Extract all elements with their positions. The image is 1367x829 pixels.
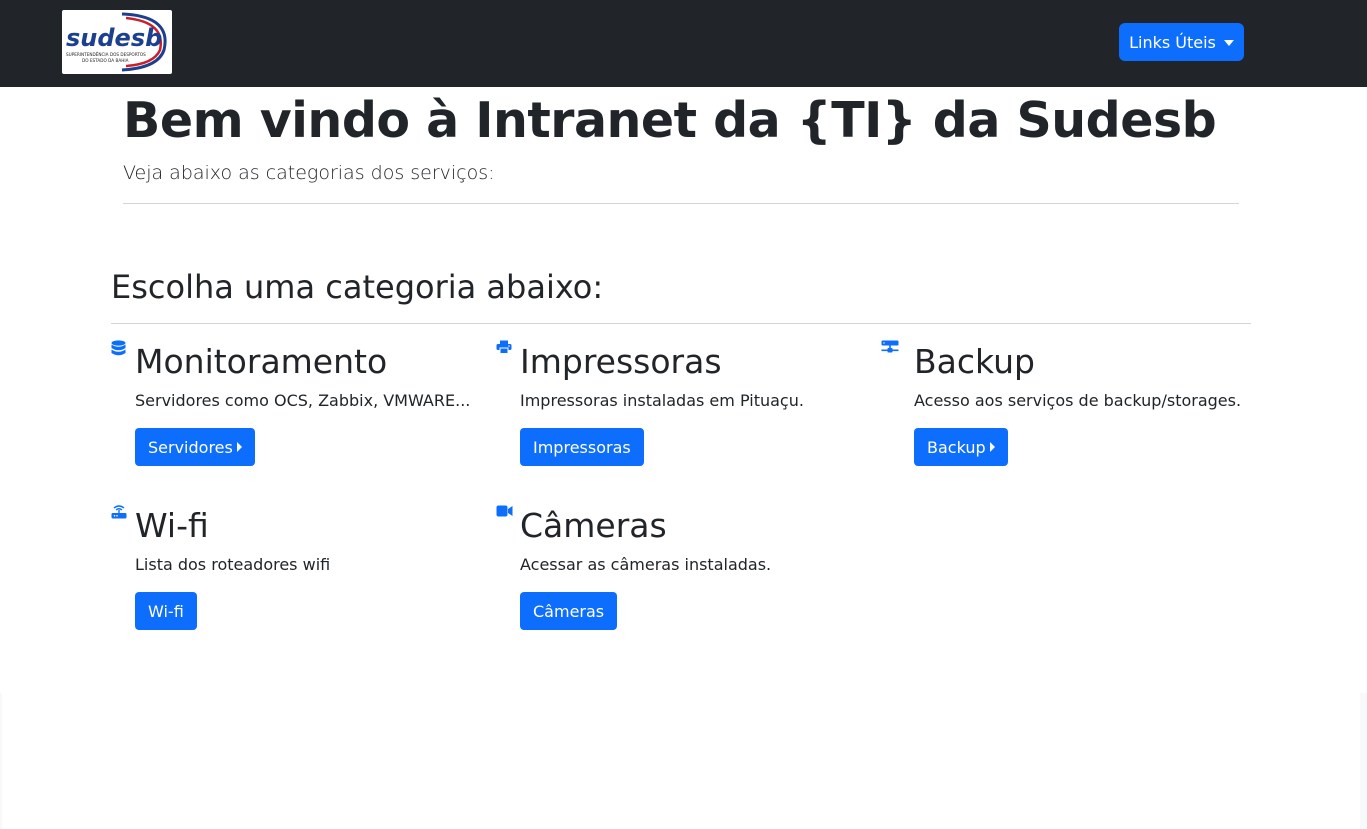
video-camera-icon xyxy=(496,505,513,521)
impressoras-button[interactable]: Impressoras xyxy=(520,428,644,466)
category-description: Acessar as câmeras instaladas. xyxy=(520,555,772,574)
page-title: Bem vindo à Intranet da {TI} da Sudesb xyxy=(123,92,1217,149)
svg-text:DO ESTADO DA BAHIA: DO ESTADO DA BAHIA xyxy=(82,58,129,63)
divider xyxy=(111,323,1251,324)
chevron-down-icon xyxy=(1223,40,1234,46)
button-label: Servidores xyxy=(148,437,233,457)
page-footer-area xyxy=(0,693,1367,829)
category-description: Servidores como OCS, Zabbix, VMWARE... xyxy=(135,391,471,410)
links-uteis-dropdown-button[interactable]: Links Úteis xyxy=(1119,23,1244,61)
category-card-wifi: Wi-fi Lista dos roteadores wifi Wi-fi xyxy=(111,494,491,634)
category-description: Acesso aos serviços de backup/storages. xyxy=(914,391,1242,410)
category-card-monitoramento: Monitoramento Servidores como OCS, Zabbi… xyxy=(111,330,491,470)
backup-button[interactable]: Backup xyxy=(914,428,1008,466)
network-icon xyxy=(881,340,899,356)
button-label: Wi-fi xyxy=(148,601,184,621)
category-title: Monitoramento xyxy=(135,342,388,381)
section-title: Escolha uma categoria abaixo: xyxy=(111,268,604,306)
category-title: Impressoras xyxy=(520,342,722,381)
category-card-impressoras: Impressoras Impressoras instaladas em Pi… xyxy=(496,330,876,470)
category-title: Wi-fi xyxy=(135,506,209,545)
page-subtitle: Veja abaixo as categorias dos serviços: xyxy=(123,162,495,184)
wifi-button[interactable]: Wi-fi xyxy=(135,592,197,630)
cameras-button[interactable]: Câmeras xyxy=(520,592,618,630)
category-card-cameras: Câmeras Acessar as câmeras instaladas. C… xyxy=(496,494,876,634)
svg-text:SUPERINTENDÊNCIA DOS DESPORTOS: SUPERINTENDÊNCIA DOS DESPORTOS xyxy=(66,52,146,57)
category-title: Backup xyxy=(914,342,1035,381)
servidores-button[interactable]: Servidores xyxy=(135,428,255,466)
svg-text:sudesb: sudesb xyxy=(66,24,162,52)
category-description: Impressoras instaladas em Pituaçu. xyxy=(520,391,804,410)
category-card-backup: Backup Acesso aos serviços de backup/sto… xyxy=(881,330,1261,470)
caret-right-icon xyxy=(989,442,995,452)
sudesb-logo[interactable]: sudesb SUPERINTENDÊNCIA DOS DESPORTOS DO… xyxy=(62,10,172,74)
category-description: Lista dos roteadores wifi xyxy=(135,555,331,574)
button-label: Câmeras xyxy=(533,601,605,621)
router-icon xyxy=(111,504,127,520)
top-navbar: sudesb SUPERINTENDÊNCIA DOS DESPORTOS DO… xyxy=(0,0,1367,87)
caret-right-icon xyxy=(236,442,242,452)
button-label: Impressoras xyxy=(533,437,631,457)
database-icon xyxy=(111,340,127,356)
category-title: Câmeras xyxy=(520,506,667,545)
divider xyxy=(123,203,1239,204)
button-label: Backup xyxy=(927,437,986,457)
links-uteis-label: Links Úteis xyxy=(1129,32,1216,52)
printer-icon xyxy=(496,340,512,356)
